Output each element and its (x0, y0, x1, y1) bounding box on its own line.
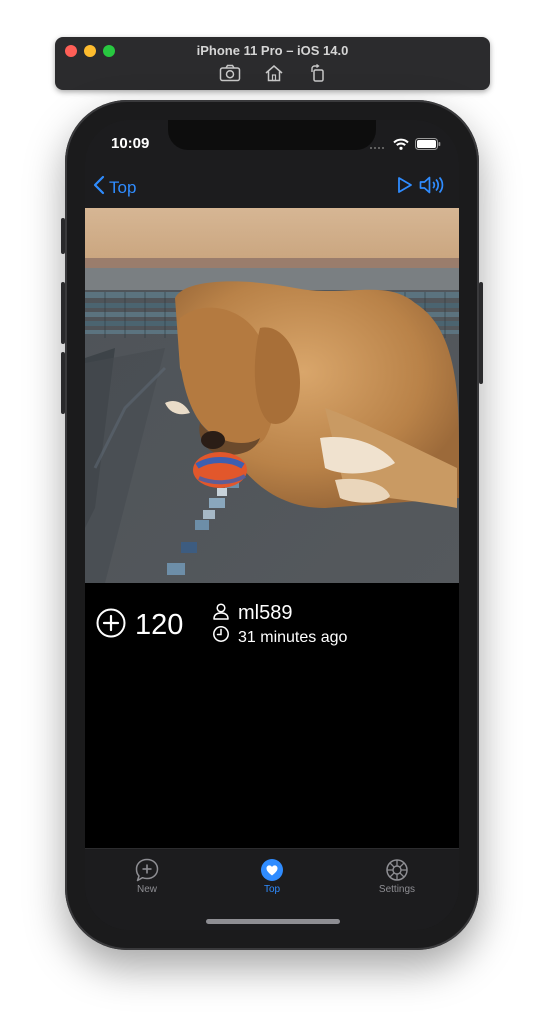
post-details: 120 ml589 31 minutes ago (85, 583, 459, 848)
tab-settings-label: Settings (378, 884, 416, 895)
gear-icon (357, 857, 437, 883)
vote-count: 120 (135, 609, 184, 641)
home-indicator[interactable] (206, 919, 340, 924)
simulator-toolbar (219, 63, 329, 83)
back-button-label: Top (109, 177, 137, 197)
tab-new-label: New (136, 884, 157, 895)
tab-top-label: Top (263, 884, 281, 895)
notch (168, 120, 376, 150)
screen: 10:09 Top 120 ml589 31 minutes ago New T… (85, 120, 459, 930)
heart-icon (232, 857, 312, 883)
post-meta: ml589 31 minutes ago (212, 602, 347, 648)
tab-top[interactable]: Top (232, 857, 312, 895)
simulator-title-bar: iPhone 11 Pro – iOS 14.0 (55, 37, 490, 90)
vote-control: 120 (95, 607, 183, 644)
volume-down-button (61, 352, 65, 414)
post-time: 31 minutes ago (238, 628, 348, 646)
play-icon[interactable] (397, 176, 413, 199)
speaker-icon[interactable] (419, 176, 445, 199)
volume-up-button (61, 282, 65, 344)
tab-settings[interactable]: Settings (357, 857, 437, 895)
rotate-icon[interactable] (307, 63, 329, 83)
status-time: 10:09 (111, 135, 150, 152)
author-row: ml589 (212, 602, 347, 625)
simulator-title: iPhone 11 Pro – iOS 14.0 (196, 43, 349, 58)
new-bubble-icon (107, 857, 187, 883)
video-player[interactable] (85, 208, 459, 583)
cellular-signal-icon (369, 137, 387, 155)
power-button (479, 282, 483, 384)
person-icon (212, 602, 230, 625)
username: ml589 (238, 602, 293, 624)
battery-icon (415, 137, 441, 155)
wifi-icon (393, 137, 409, 155)
time-row: 31 minutes ago (212, 625, 347, 648)
upvote-plus-circle-icon[interactable] (95, 607, 127, 644)
chevron-left-icon (93, 175, 105, 200)
mute-switch (61, 218, 65, 254)
back-button[interactable]: Top (93, 175, 136, 200)
tab-new[interactable]: New (107, 857, 187, 895)
home-icon[interactable] (263, 63, 285, 83)
nav-actions (397, 176, 445, 199)
screenshot-icon[interactable] (219, 63, 241, 83)
iphone-frame: 10:09 Top 120 ml589 31 minutes ago New T… (61, 100, 483, 950)
video-frame-image (85, 208, 459, 583)
clock-icon (212, 625, 230, 648)
tab-bar: New Top Settings (85, 848, 459, 930)
status-icons (369, 137, 441, 155)
